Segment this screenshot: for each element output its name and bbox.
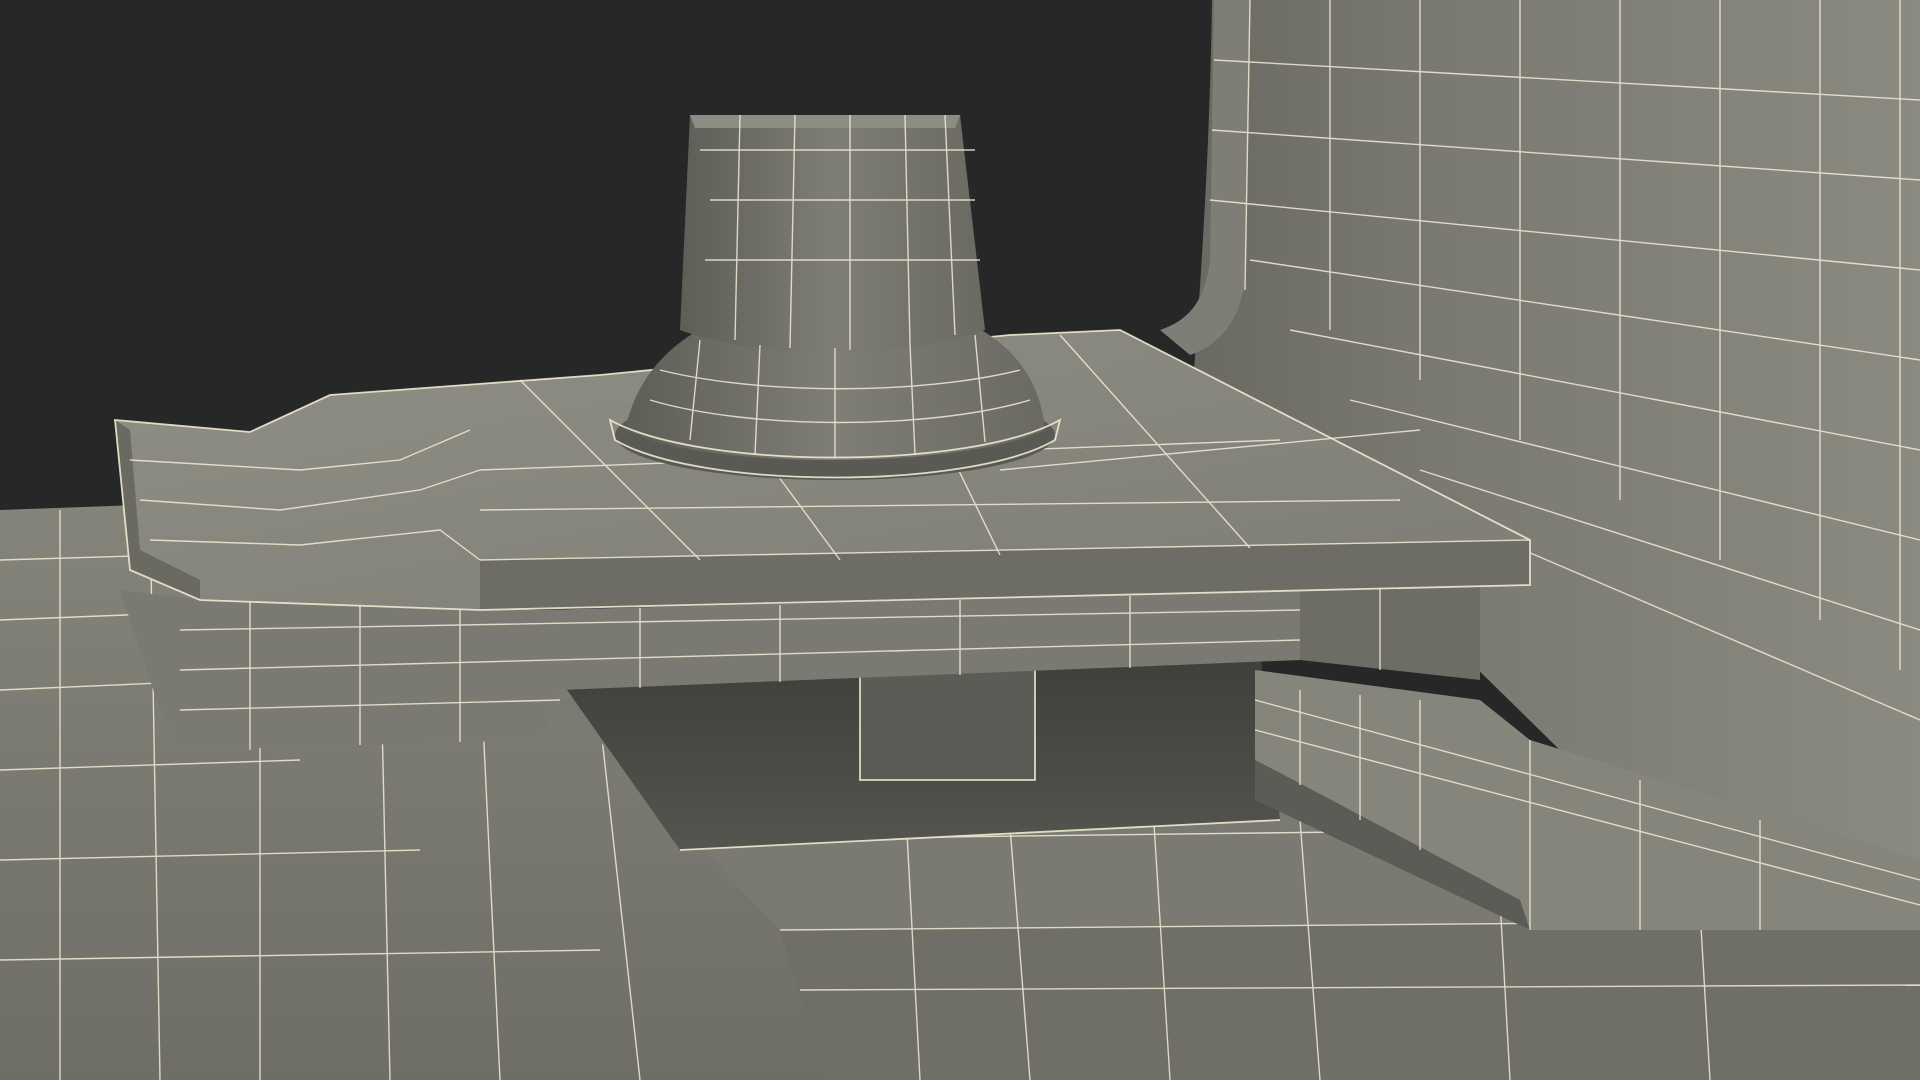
wireframe-render-viewport [0, 0, 1920, 1080]
clamp-tab [860, 660, 1035, 780]
